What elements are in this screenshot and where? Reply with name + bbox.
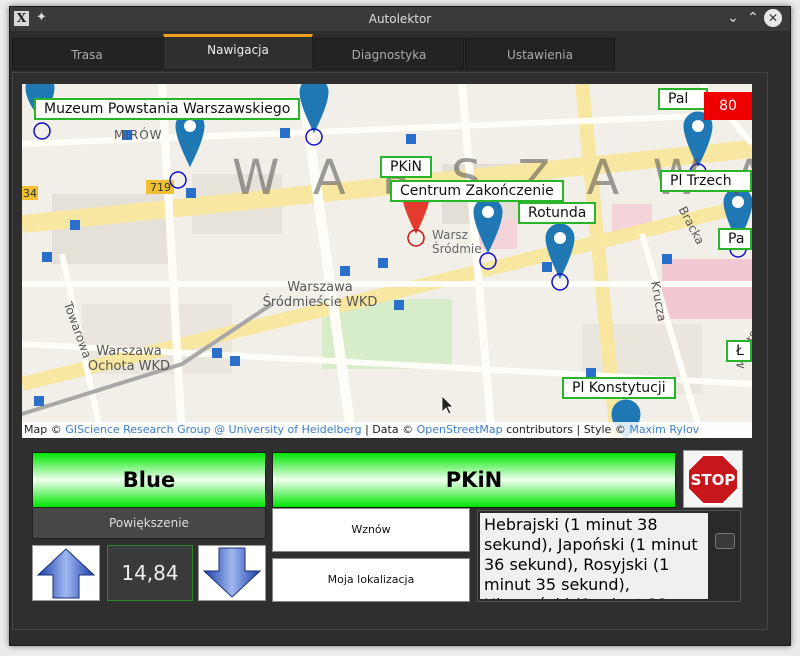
zoom-value: 14,84 [107,545,193,601]
map-district-mirow: MIRÓW [114,128,163,142]
zoom-in-button[interactable] [32,545,100,601]
zoom-out-button[interactable] [198,545,266,601]
tab-ustawienia[interactable]: Ustawienia [465,38,615,70]
close-icon[interactable]: ✕ [764,9,782,27]
map-district-srodmie: Warsz Śródmie [432,228,482,256]
speed-limit-badge: 80 [704,92,752,120]
map-district-srodmiescie-wkd: Warszawa Śródmieście WKD [262,280,378,310]
stop-label-l[interactable]: Ł [726,340,752,362]
tab-diagnostyka[interactable]: Diagnostyka [314,38,464,70]
stop-label-muzeum[interactable]: Muzeum Powstania Warszawskiego [34,98,301,120]
announcement-panel: Hebrajski (1 minut 38 sekund), Japoński … [477,510,741,602]
svg-text:34: 34 [23,187,37,200]
tab-trasa[interactable]: Trasa [12,38,162,70]
attribution-data: | Data © [365,423,414,436]
stop-label-pkin[interactable]: PKiN [380,156,432,178]
zoom-label: Powiększenie [32,507,266,539]
stop-button[interactable]: STOP [683,450,743,508]
announcement-text: Hebrajski (1 minut 38 sekund), Japoński … [480,513,708,599]
map-attribution: Map © GIScience Research Group @ Univers… [22,422,752,438]
stop-label-rotunda[interactable]: Rotunda [518,202,597,224]
svg-text:719: 719 [150,181,171,194]
stop-label-pal[interactable]: Pal [658,88,708,110]
maximize-icon[interactable]: ⌃ [744,9,762,27]
arrow-up-icon [36,548,96,599]
stop-label-pl-konstytucji[interactable]: Pl Konstytucji [562,377,676,399]
resume-button[interactable]: Wznów [272,508,470,552]
tab-bar: Trasa Nawigacja Diagnostyka Ustawienia [12,34,618,70]
svg-text:STOP: STOP [691,471,736,489]
attribution-style: contributors | Style © [506,423,626,436]
line-name-label: Blue [32,452,266,508]
minimize-icon[interactable]: ⌄ [724,9,742,27]
attribution-link-giscience[interactable]: GIScience Research Group @ University of… [65,423,361,436]
window-title: Autolektor [368,12,432,26]
arrow-down-icon [202,547,262,598]
stop-label-pl-trzech[interactable]: Pl Trzech [660,170,752,192]
stop-label-pa[interactable]: Pa [718,228,752,250]
tab-nawigacja[interactable]: Nawigacja [163,34,313,70]
stop-label-centrum[interactable]: Centrum Zakończenie [390,180,564,202]
attribution-link-osm[interactable]: OpenStreetMap [417,423,503,436]
scrollbar-handle[interactable] [715,533,735,549]
title-bar: X ✦ Autolektor ⌄ ⌃ ✕ [10,7,790,31]
my-location-button[interactable]: Moja lokalizacja [272,558,470,602]
attribution-link-rylov[interactable]: Maxim Rylov [629,423,699,436]
current-stop-label: PKiN [272,452,676,508]
stop-sign-icon: STOP [687,454,739,505]
attribution-prefix: Map © [24,423,62,436]
map-view[interactable]: 719 34 WARSZAWA MIRÓW Warszawa Śródmieśc… [22,84,752,438]
